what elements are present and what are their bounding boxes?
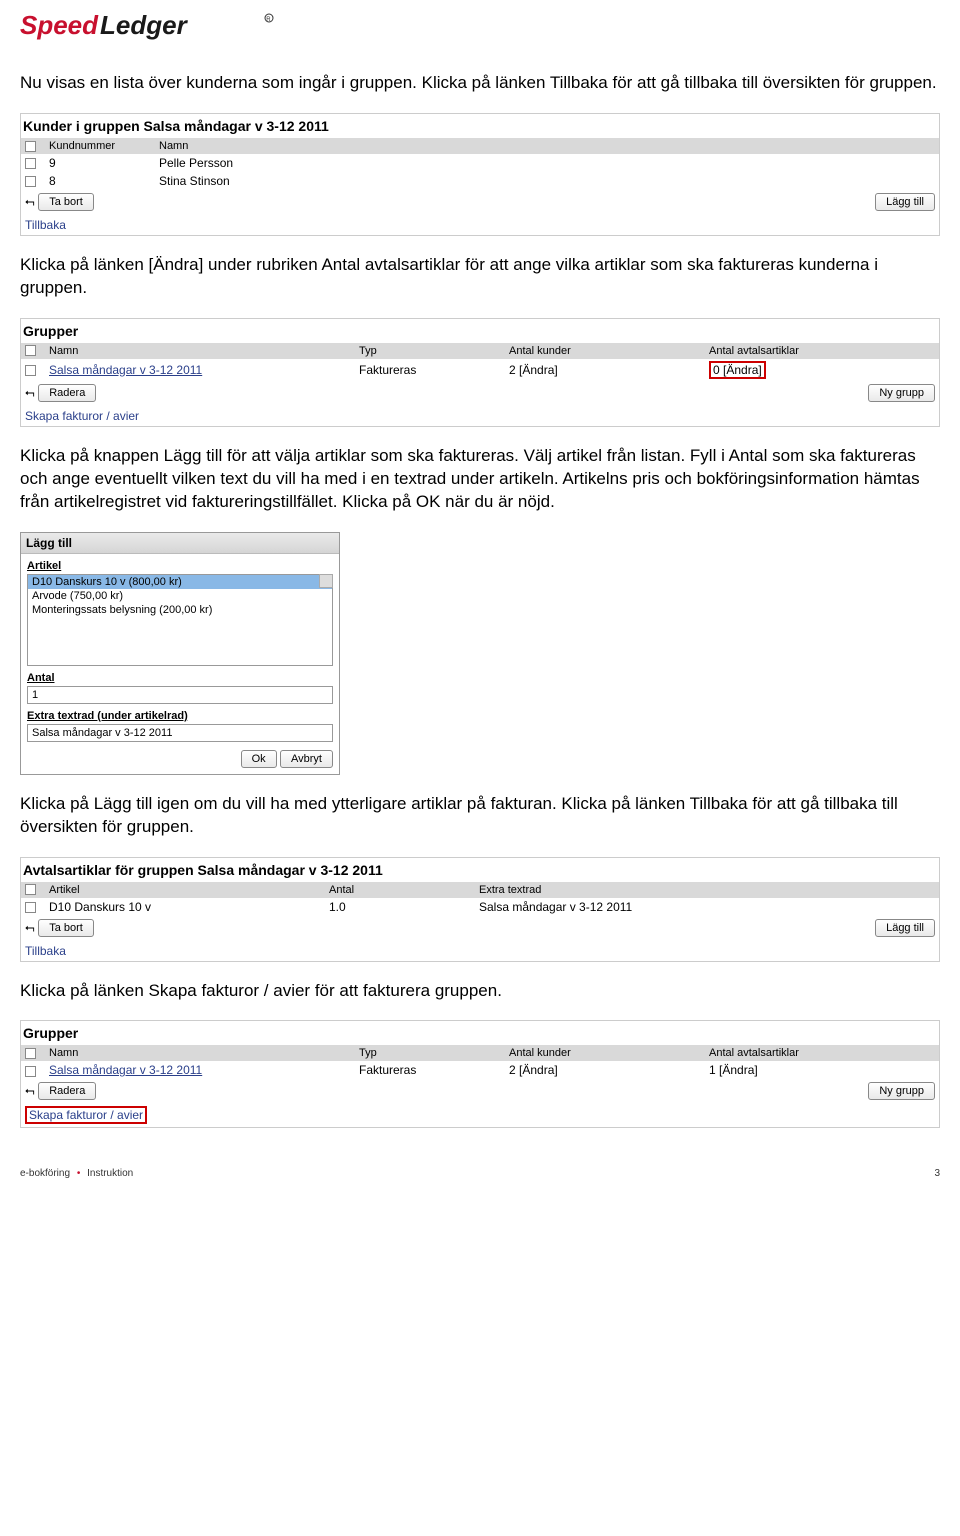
brand-logo: Speed Ledger R xyxy=(20,10,940,42)
artikel-listbox[interactable]: D10 Danskurs 10 v (800,00 kr) Arvode (75… xyxy=(27,574,333,666)
extra-textrad-input[interactable] xyxy=(27,724,333,742)
checkbox-all[interactable] xyxy=(25,345,36,356)
cell-typ: Faktureras xyxy=(355,1061,505,1079)
ok-button[interactable]: Ok xyxy=(241,750,277,768)
arrow-up-icon: ⮢ xyxy=(25,194,35,208)
footer-text-a: e-bokföring xyxy=(20,1168,70,1179)
table-row: Salsa måndagar v 3-12 2011 Faktureras 2 … xyxy=(21,359,939,381)
group-name-link[interactable]: Salsa måndagar v 3-12 2011 xyxy=(49,1063,202,1077)
skapa-fakturor-link[interactable]: Skapa fakturor / avier xyxy=(25,409,139,423)
col-namn: Namn xyxy=(45,343,355,359)
tillbaka-link[interactable]: Tillbaka xyxy=(25,218,66,232)
panel-grupper-title: Grupper xyxy=(21,319,939,343)
scrollbar-thumb[interactable] xyxy=(319,574,333,588)
panel-kunder-title: Kunder i gruppen Salsa måndagar v 3-12 2… xyxy=(21,114,939,138)
cell-antal-artiklar[interactable]: 1 [Ändra] xyxy=(705,1061,939,1079)
list-item[interactable]: D10 Danskurs 10 v (800,00 kr) xyxy=(28,575,332,589)
paragraph-2: Klicka på länken [Ändra] under rubriken … xyxy=(20,254,940,300)
ta-bort-button[interactable]: Ta bort xyxy=(38,193,94,211)
checkbox-row[interactable] xyxy=(25,365,36,376)
panel-grupper2-title: Grupper xyxy=(21,1021,939,1045)
cell-antal: 1.0 xyxy=(325,898,475,916)
col-typ: Typ xyxy=(355,343,505,359)
col-namn: Namn xyxy=(155,138,939,154)
arrow-up-icon: ⮢ xyxy=(25,920,35,934)
label-artikel: Artikel xyxy=(27,560,333,572)
checkbox-all[interactable] xyxy=(25,1048,36,1059)
bullet-icon: • xyxy=(77,1168,81,1179)
table-row: Salsa måndagar v 3-12 2011 Faktureras 2 … xyxy=(21,1061,939,1079)
col-antal-kunder: Antal kunder xyxy=(505,1045,705,1061)
col-namn: Namn xyxy=(45,1045,355,1061)
cell-kundnr: 9 xyxy=(45,154,155,172)
col-kundnummer: Kundnummer xyxy=(45,138,155,154)
cell-antal-kunder[interactable]: 2 [Ändra] xyxy=(505,359,705,381)
list-item[interactable]: Monteringssats belysning (200,00 kr) xyxy=(28,603,332,617)
paragraph-1: Nu visas en lista över kunderna som ingå… xyxy=(20,72,940,95)
checkbox-all[interactable] xyxy=(25,141,36,152)
checkbox-row[interactable] xyxy=(25,902,36,913)
col-artikel: Artikel xyxy=(45,882,325,898)
paragraph-4: Klicka på Lägg till igen om du vill ha m… xyxy=(20,793,940,839)
lagg-till-button[interactable]: Lägg till xyxy=(875,193,935,211)
checkbox-row[interactable] xyxy=(25,1066,36,1077)
checkbox-all[interactable] xyxy=(25,884,36,895)
ny-grupp-button[interactable]: Ny grupp xyxy=(868,1082,935,1100)
radera-button[interactable]: Radera xyxy=(38,384,96,402)
paragraph-3: Klicka på knappen Lägg till för att välj… xyxy=(20,445,940,514)
col-antal: Antal xyxy=(325,882,475,898)
table-row: 8 Stina Stinson xyxy=(21,172,939,190)
tillbaka-link[interactable]: Tillbaka xyxy=(25,944,66,958)
checkbox-row[interactable] xyxy=(25,176,36,187)
panel-grupper: Grupper Namn Typ Antal kunder Antal avta… xyxy=(20,318,940,427)
page-number: 3 xyxy=(934,1168,940,1179)
label-antal: Antal xyxy=(27,672,333,684)
paragraph-5: Klicka på länken Skapa fakturor / avier … xyxy=(20,980,940,1003)
cell-artikel: D10 Danskurs 10 v xyxy=(45,898,325,916)
cell-namn: Pelle Persson xyxy=(155,154,939,172)
cell-extra: Salsa måndagar v 3-12 2011 xyxy=(475,898,939,916)
table-row: 9 Pelle Persson xyxy=(21,154,939,172)
col-antal-avtalsartiklar: Antal avtalsartiklar xyxy=(705,1045,939,1061)
label-extra-textrad: Extra textrad (under artikelrad) xyxy=(27,710,333,722)
dialog-title: Lägg till xyxy=(21,533,339,554)
cell-kundnr: 8 xyxy=(45,172,155,190)
footer-text-b: Instruktion xyxy=(87,1168,133,1179)
col-antal-avtalsartiklar: Antal avtalsartiklar xyxy=(705,343,939,359)
logo-text-a: Speed xyxy=(20,10,99,40)
logo-text-b: Ledger xyxy=(100,10,189,40)
col-typ: Typ xyxy=(355,1045,505,1061)
avbryt-button[interactable]: Avbryt xyxy=(280,750,333,768)
panel-grupper-2: Grupper Namn Typ Antal kunder Antal avta… xyxy=(20,1020,940,1128)
list-item[interactable]: Arvode (750,00 kr) xyxy=(28,589,332,603)
skapa-fakturor-link[interactable]: Skapa fakturor / avier xyxy=(25,1106,147,1124)
checkbox-row[interactable] xyxy=(25,158,36,169)
cell-typ: Faktureras xyxy=(355,359,505,381)
cell-namn: Stina Stinson xyxy=(155,172,939,190)
antal-input[interactable] xyxy=(27,686,333,704)
table-row: D10 Danskurs 10 v 1.0 Salsa måndagar v 3… xyxy=(21,898,939,916)
group-name-link[interactable]: Salsa måndagar v 3-12 2011 xyxy=(49,363,202,377)
panel-avtals-title: Avtalsartiklar för gruppen Salsa måndaga… xyxy=(21,858,939,882)
ny-grupp-button[interactable]: Ny grupp xyxy=(868,384,935,402)
arrow-up-icon: ⮢ xyxy=(25,385,35,399)
radera-button[interactable]: Radera xyxy=(38,1082,96,1100)
cell-antal-kunder[interactable]: 2 [Ändra] xyxy=(505,1061,705,1079)
panel-kunder: Kunder i gruppen Salsa måndagar v 3-12 2… xyxy=(20,113,940,236)
panel-avtalsartiklar: Avtalsartiklar för gruppen Salsa måndaga… xyxy=(20,857,940,962)
lagg-till-button[interactable]: Lägg till xyxy=(875,919,935,937)
col-extra: Extra textrad xyxy=(475,882,939,898)
ta-bort-button[interactable]: Ta bort xyxy=(38,919,94,937)
page-footer: e-bokföring • Instruktion 3 xyxy=(20,1168,940,1179)
lagg-till-dialog: Lägg till Artikel D10 Danskurs 10 v (800… xyxy=(20,532,340,775)
avtalsartiklar-andro-link[interactable]: 0 [Ändra] xyxy=(709,361,766,379)
arrow-up-icon: ⮢ xyxy=(25,1083,35,1097)
col-antal-kunder: Antal kunder xyxy=(505,343,705,359)
svg-text:R: R xyxy=(266,17,271,23)
